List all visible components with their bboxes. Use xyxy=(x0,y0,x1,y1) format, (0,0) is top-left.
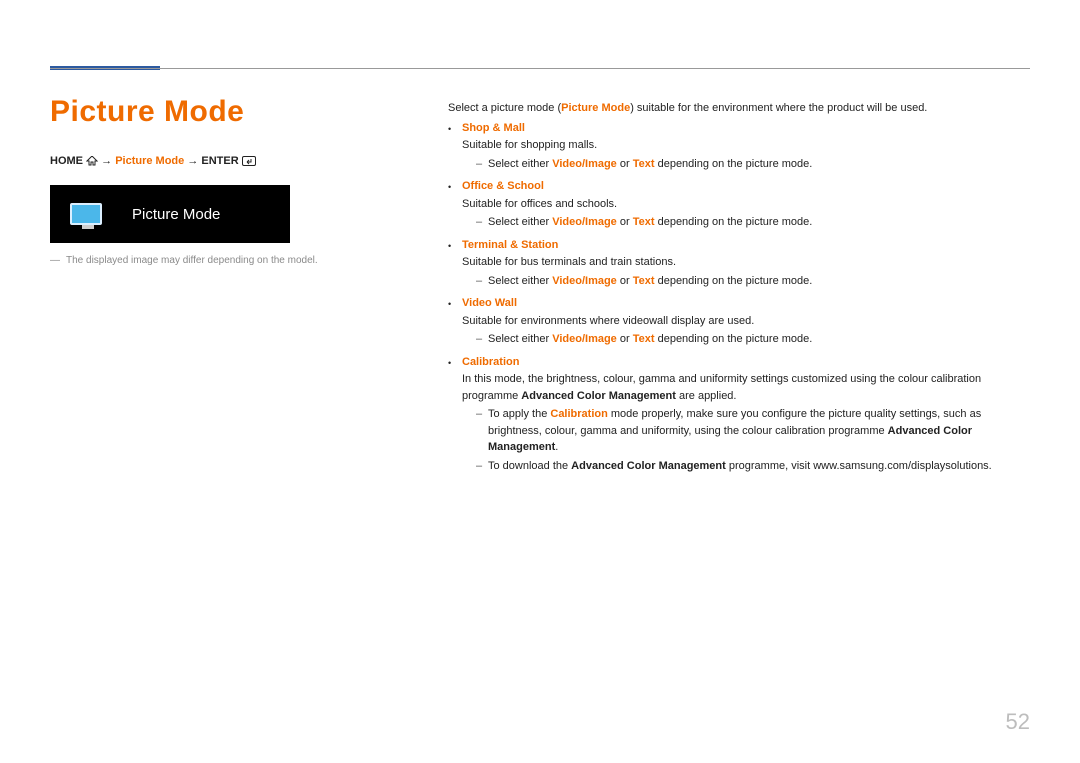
phrase-a: Video/Image xyxy=(552,333,617,345)
mode-sub-item: ‒ Select either Video/Image or Text depe… xyxy=(476,156,1030,173)
phrase-pre: Select either xyxy=(488,333,552,345)
calibration-sub-2: ‒ To download the Advanced Color Managem… xyxy=(476,458,1030,475)
breadcrumb-arrow: → xyxy=(101,155,112,167)
preview-label: Picture Mode xyxy=(132,206,220,223)
phrase-b: Text xyxy=(633,275,655,287)
phrase-a: Video/Image xyxy=(552,216,617,228)
breadcrumb-home: HOME xyxy=(50,155,83,167)
phrase-a: Video/Image xyxy=(552,275,617,287)
mode-terminal-station: • Terminal & Station Suitable for bus te… xyxy=(448,237,1030,290)
mode-desc: Suitable for shopping malls. xyxy=(462,137,1030,154)
phrase-b: Text xyxy=(633,333,655,345)
phrase-a: Video/Image xyxy=(552,158,617,170)
dash-icon: ‒ xyxy=(476,458,482,475)
mode-calibration: • Calibration In this mode, the brightne… xyxy=(448,354,1030,475)
cal1-end: . xyxy=(555,441,558,453)
mode-title: Calibration xyxy=(462,356,519,368)
disclaimer-text: The displayed image may differ depending… xyxy=(66,255,318,266)
enter-icon xyxy=(242,155,256,167)
mode-shop-mall: • Shop & Mall Suitable for shopping mall… xyxy=(448,120,1030,173)
bullet-icon: • xyxy=(448,240,451,254)
phrase-pre: Select either xyxy=(488,216,552,228)
cal2-acm: Advanced Color Management xyxy=(571,460,726,472)
mode-title: Office & School xyxy=(462,180,544,192)
phrase-b: Text xyxy=(633,158,655,170)
phrase-mid: or xyxy=(617,158,633,170)
bullet-icon: • xyxy=(448,357,451,371)
cal1-cal: Calibration xyxy=(550,408,607,420)
intro-prefix: Select a picture mode ( xyxy=(448,102,561,114)
cal2-pre: To download the xyxy=(488,460,571,472)
intro-text: Select a picture mode (Picture Mode) sui… xyxy=(448,100,1030,117)
mode-sub-item: ‒ Select either Video/Image or Text depe… xyxy=(476,331,1030,348)
cal2-post: programme, visit www.samsung.com/display… xyxy=(726,460,992,472)
dash-icon: ‒ xyxy=(476,406,482,423)
bullet-icon: • xyxy=(448,181,451,195)
dash-icon: ‒ xyxy=(476,273,482,290)
phrase-post: depending on the picture mode. xyxy=(655,158,813,170)
intro-highlight: Picture Mode xyxy=(561,102,630,114)
mode-title: Terminal & Station xyxy=(462,239,558,251)
phrase-b: Text xyxy=(633,216,655,228)
manual-page: Picture Mode HOME → Picture Mode → ENTER… xyxy=(0,0,1080,763)
phrase-pre: Select either xyxy=(488,275,552,287)
mode-desc: Suitable for environments where videowal… xyxy=(462,313,1030,330)
mode-title: Video Wall xyxy=(462,297,517,309)
mode-list: • Shop & Mall Suitable for shopping mall… xyxy=(448,120,1030,475)
bullet-icon: • xyxy=(448,298,451,312)
phrase-post: depending on the picture mode. xyxy=(655,333,813,345)
picture-mode-icon xyxy=(70,203,102,225)
phrase-pre: Select either xyxy=(488,158,552,170)
dash-icon: ― xyxy=(50,255,60,266)
bullet-icon: • xyxy=(448,123,451,137)
phrase-post: depending on the picture mode. xyxy=(655,216,813,228)
breadcrumb-enter: ENTER xyxy=(201,155,238,167)
preview-tile: Picture Mode xyxy=(50,185,290,243)
phrase-mid: or xyxy=(617,333,633,345)
breadcrumb-arrow: → xyxy=(187,155,198,167)
left-column: Picture Mode HOME → Picture Mode → ENTER… xyxy=(50,95,340,266)
home-icon xyxy=(86,155,98,167)
intro-suffix: ) suitable for the environment where the… xyxy=(630,102,927,114)
mode-desc: Suitable for offices and schools. xyxy=(462,196,1030,213)
page-title: Picture Mode xyxy=(50,95,340,129)
cal-desc-post: are applied. xyxy=(676,390,737,402)
header-divider xyxy=(50,68,1030,69)
dash-icon: ‒ xyxy=(476,156,482,173)
model-disclaimer: ― The displayed image may differ dependi… xyxy=(50,255,340,266)
mode-desc: In this mode, the brightness, colour, ga… xyxy=(462,371,1030,404)
phrase-post: depending on the picture mode. xyxy=(655,275,813,287)
mode-video-wall: • Video Wall Suitable for environments w… xyxy=(448,295,1030,348)
mode-sub-item: ‒ Select either Video/Image or Text depe… xyxy=(476,273,1030,290)
cal1-pre: To apply the xyxy=(488,408,550,420)
phrase-mid: or xyxy=(617,216,633,228)
calibration-sub-1: ‒ To apply the Calibration mode properly… xyxy=(476,406,1030,456)
page-number: 52 xyxy=(1006,709,1030,735)
dash-icon: ‒ xyxy=(476,214,482,231)
mode-office-school: • Office & School Suitable for offices a… xyxy=(448,178,1030,231)
breadcrumb: HOME → Picture Mode → ENTER xyxy=(50,155,340,167)
acm-name: Advanced Color Management xyxy=(521,390,676,402)
mode-sub-item: ‒ Select either Video/Image or Text depe… xyxy=(476,214,1030,231)
phrase-mid: or xyxy=(617,275,633,287)
right-column: Select a picture mode (Picture Mode) sui… xyxy=(448,100,1030,480)
mode-desc: Suitable for bus terminals and train sta… xyxy=(462,254,1030,271)
breadcrumb-item: Picture Mode xyxy=(115,155,184,167)
mode-title: Shop & Mall xyxy=(462,122,525,134)
dash-icon: ‒ xyxy=(476,331,482,348)
